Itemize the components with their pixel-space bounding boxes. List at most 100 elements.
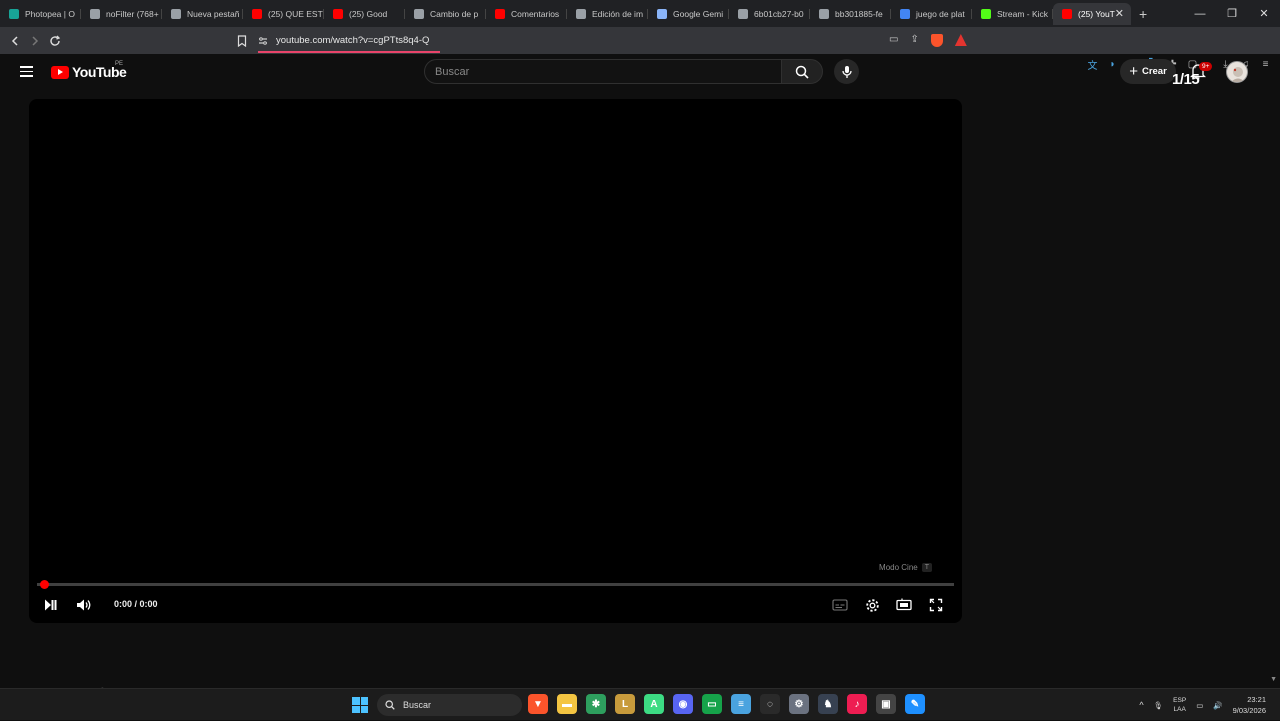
tab-favicon-icon [252,8,262,19]
search-button[interactable] [781,59,823,84]
forward-button[interactable] [25,31,45,51]
chevron-up-icon[interactable]: ^ [1139,700,1143,710]
microphone-icon [841,65,852,78]
tab-label: 6b01cb27-b0 [754,8,804,19]
android-studio-icon[interactable]: A [644,694,664,714]
fullscreen-button[interactable] [926,595,946,615]
search-icon [385,700,395,710]
create-button[interactable]: + Crear [1120,59,1176,84]
app-icon[interactable]: ✱ [586,694,606,714]
page-load-progress [258,51,440,53]
progress-bar[interactable] [37,580,954,589]
subtitles-button[interactable] [830,595,850,615]
tab-label: Nueva pestañ [187,8,240,19]
back-button[interactable] [5,31,25,51]
clock-time: 23:21 [1247,695,1266,704]
close-window-button[interactable]: ✕ [1248,0,1280,27]
browser-tab[interactable]: bb301885-fe [810,3,891,25]
play-pause-button[interactable] [40,595,60,615]
brave-shield-icon[interactable] [930,34,943,47]
browser-tab[interactable]: Google Gemi [648,3,729,25]
windows-start-icon[interactable] [352,697,368,713]
brave-icon[interactable]: ▼ [528,694,548,714]
volume-button[interactable] [74,595,94,615]
settings-button[interactable] [862,595,882,615]
share-icon[interactable]: ⇪ [910,34,918,47]
discord-icon[interactable]: ◉ [673,694,693,714]
browser-tab[interactable]: Edición de im [567,3,648,25]
cinema-mode-label: Modo Cine [879,563,918,572]
youtube-favicon-icon [1062,8,1072,19]
hamburger-menu-icon[interactable] [20,66,33,77]
browser-tab[interactable]: juego de plat [891,3,972,25]
tiktok-icon[interactable]: ♪ [847,694,867,714]
maximize-button[interactable]: ❐ [1216,0,1248,27]
clock[interactable]: 23:21 9/03/2026 [1233,694,1266,716]
paint-icon[interactable]: ✎ [905,694,925,714]
url-field[interactable]: youtube.com/watch?v=cgPTts8q4-Q [258,31,978,50]
tab-label: Stream - Kick [997,8,1049,19]
reload-button[interactable] [45,31,65,51]
tab-favicon-icon [657,8,667,19]
tab-favicon-icon [495,8,505,19]
browser-tab[interactable]: 6b01cb27-b0 [729,3,810,25]
system-tray: ^ 🎙 ESP LAA ▭ 🔊 23:21 9/03/2026 [1139,689,1280,721]
window-controls: — ❐ ✕ [1184,0,1280,27]
address-bar-row: youtube.com/watch?v=cgPTts8q4-Q ▭ ⇪ 文 ◗ … [0,27,1280,72]
video-player[interactable]: Modo Cine T 0:00 / 0:00 [29,99,962,623]
network-icon[interactable]: ▭ [1196,701,1203,710]
tab-strip: Photopea | O noFilter (768+ Nueva pestañ (2… [0,3,1053,25]
tab-label: noFilter (768+ [106,8,159,19]
league-icon[interactable]: L [615,694,635,714]
site-info-icon[interactable] [258,36,268,46]
steam-icon[interactable]: ◌ [760,694,780,714]
cinema-mode-tooltip: Modo Cine T [879,563,932,572]
browser-tab[interactable]: noFilter (768+ [81,3,162,25]
taskbar-search-label: Buscar [403,700,432,710]
cast-icon[interactable]: ▭ [889,34,898,47]
terminal-icon[interactable]: ▭ [702,694,722,714]
scroll-down-arrow-icon[interactable]: ▼ [1270,676,1277,683]
clock-date: 9/03/2026 [1232,706,1266,715]
browser-tab[interactable]: Stream - Kick [972,3,1053,25]
tab-favicon-icon [900,8,910,19]
tab-label: bb301885-fe [835,8,883,19]
language-indicator[interactable]: ESP LAA [1173,696,1186,714]
settings-icon[interactable]: ⚙ [789,694,809,714]
tab-active[interactable]: (25) YouT ✕ [1053,2,1131,25]
browser-tab[interactable]: Cambio de p [405,3,486,25]
browser-tab[interactable]: Photopea | O [0,3,81,25]
capture-icon[interactable]: ▣ [876,694,896,714]
new-tab-button[interactable]: + [1139,6,1155,22]
tab-favicon-icon [819,8,829,19]
browser-tab-bar: Photopea | O noFilter (768+ Nueva pestañ (2… [0,0,1280,27]
search-input[interactable]: Buscar [424,59,782,84]
speaker-icon[interactable]: 🔊 [1213,701,1222,710]
keyboard-layout: LAA [1173,706,1186,713]
microphone-tray-icon[interactable]: 🎙 [1154,701,1164,710]
browser-tab[interactable]: (25) QUE EST [243,3,324,25]
game-icon[interactable]: ♞ [818,694,838,714]
notepad-icon[interactable]: ≡ [731,694,751,714]
browser-tab[interactable]: Nueva pestañ [162,3,243,25]
close-tab-icon[interactable]: ✕ [1115,7,1124,20]
tab-favicon-icon [90,8,100,19]
tab-favicon-icon [333,8,343,19]
tab-label: Cambio de p [430,8,479,19]
plus-icon: + [1129,63,1138,80]
bookmark-button[interactable] [232,31,252,51]
browser-tab[interactable]: (25) Good [324,3,405,25]
scrubber-handle[interactable] [40,580,49,589]
taskbar-search[interactable]: Buscar [377,694,522,716]
voice-search-button[interactable] [834,59,859,84]
avatar[interactable] [1226,61,1248,83]
tab-label: Google Gemi [673,8,724,19]
address-actions: ▭ ⇪ [889,34,967,47]
tab-label: Comentarios [511,8,560,19]
overlay-counter: 1/15 [1172,71,1200,88]
folder-icon[interactable]: ▬ [557,694,577,714]
minimize-button[interactable]: — [1184,0,1216,27]
browser-tab[interactable]: Comentarios [486,3,567,25]
theater-mode-button[interactable] [894,595,914,615]
brave-rewards-icon[interactable] [954,34,967,46]
